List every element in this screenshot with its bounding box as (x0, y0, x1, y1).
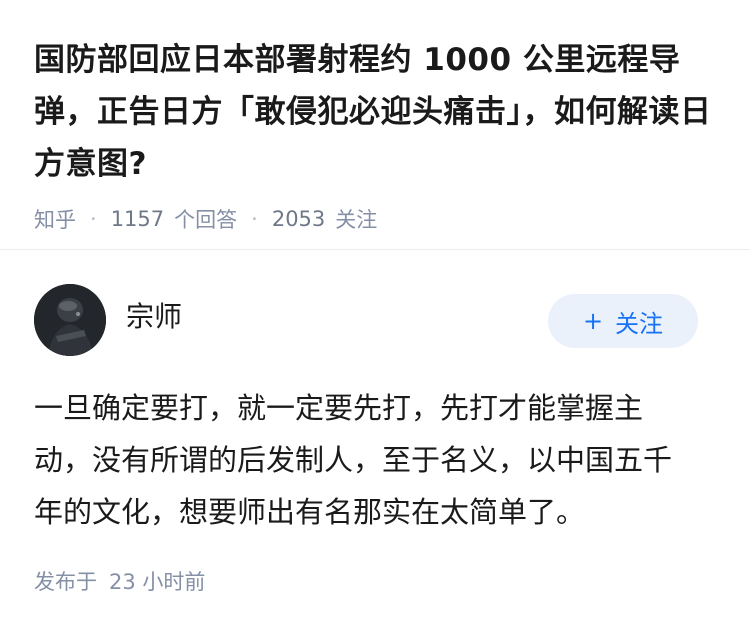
avatar[interactable] (34, 284, 106, 356)
meta-separator: · (251, 207, 258, 231)
answers-count: 1157 (110, 207, 165, 231)
question-meta: 知乎 · 1157 个回答 · 2053 关注 (34, 204, 716, 234)
meta-separator: · (90, 207, 97, 231)
follow-count-label: 关注 (335, 208, 378, 232)
answers-label: 个回答 (174, 208, 238, 232)
question-title[interactable]: 国防部回应日本部署射程约 1000 公里远程导弹，正告日方「敢侵犯必迎头痛击」，… (34, 34, 716, 190)
published-label: 发布于 (34, 570, 97, 594)
plus-icon: + (582, 307, 604, 335)
author-row: 宗师 + 关注 (34, 284, 716, 356)
follow-button[interactable]: + 关注 (548, 294, 698, 348)
follow-button-label: 关注 (615, 309, 664, 338)
avatar-image (34, 284, 106, 356)
source-label[interactable]: 知乎 (34, 204, 76, 234)
answer-content[interactable]: 一旦确定要打，就一定要先打，先打才能掌握主动，没有所谓的后发制人，至于名义，以中… (34, 382, 716, 538)
published-time: 23 小时前 (109, 570, 206, 594)
answer-footer: 发布于 23 小时前 (34, 566, 716, 596)
answer-card: 宗师 + 关注 一旦确定要打，就一定要先打，先打才能掌握主动，没有所谓的后发制人… (0, 250, 750, 596)
follow-count: 2053 (271, 207, 326, 231)
question-header: 国防部回应日本部署射程约 1000 公里远程导弹，正告日方「敢侵犯必迎头痛击」，… (0, 0, 750, 250)
author-name[interactable]: 宗师 (126, 295, 182, 335)
